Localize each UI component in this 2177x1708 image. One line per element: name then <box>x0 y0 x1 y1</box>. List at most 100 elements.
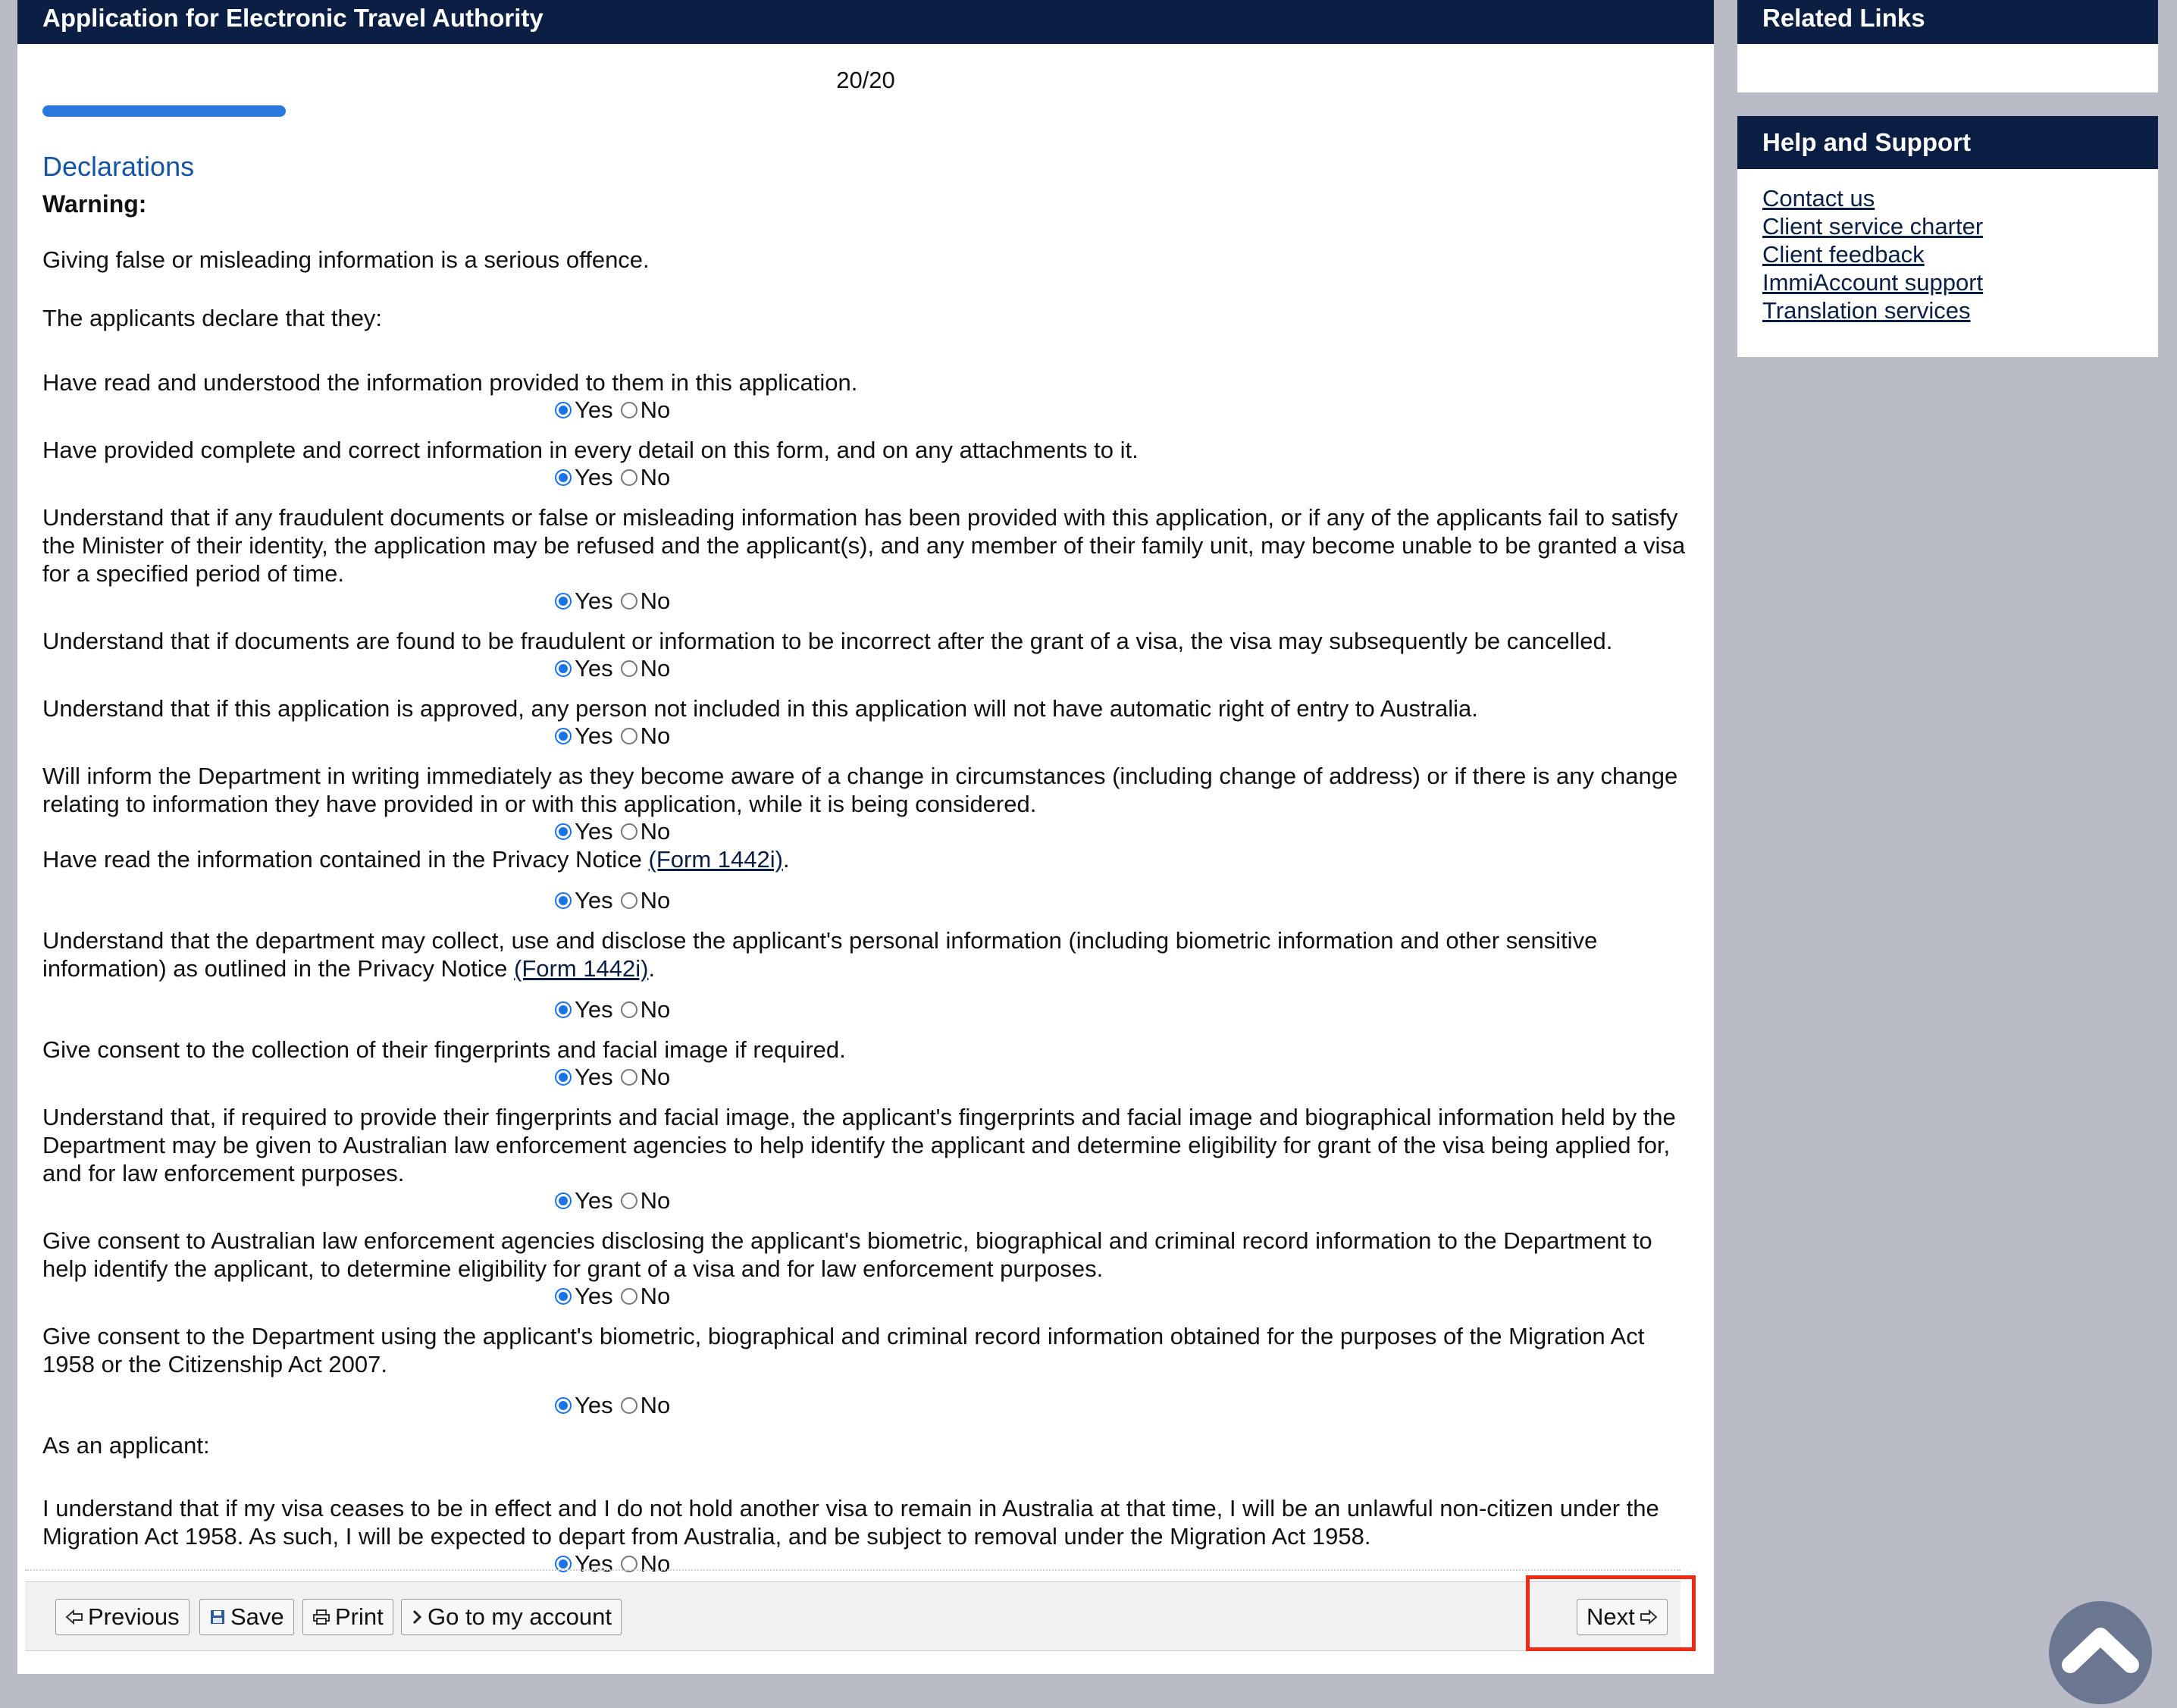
radio-no[interactable] <box>620 1397 637 1414</box>
radio-no[interactable] <box>620 660 637 677</box>
declaration-text: Have read the information contained in t… <box>42 845 1702 873</box>
declaration-text: Understand that if this application is a… <box>42 695 1478 722</box>
radio-no[interactable] <box>620 469 637 486</box>
radio-yes-label: Yes <box>575 1283 613 1309</box>
yes-no-group: Yes No <box>42 655 1702 682</box>
radio-no[interactable] <box>620 728 637 744</box>
form-toolbar: Previous Save Print Go to my account Nex… <box>25 1581 1681 1651</box>
scroll-to-top-button[interactable] <box>2049 1601 2152 1704</box>
radio-yes[interactable] <box>555 593 572 610</box>
chevron-right-icon <box>412 1609 422 1625</box>
radio-no-label: No <box>640 588 671 614</box>
print-label: Print <box>335 1603 384 1630</box>
yes-no-group: Yes No <box>42 464 1702 491</box>
toolbar-divider <box>25 1569 1681 1571</box>
applicant-heading: As an applicant: <box>42 1432 210 1459</box>
yes-no-group: Yes No <box>42 996 1702 1023</box>
progress-bar <box>42 105 286 117</box>
radio-no-label: No <box>640 1187 671 1214</box>
radio-no[interactable] <box>620 823 637 840</box>
radio-no[interactable] <box>620 1192 637 1209</box>
print-button[interactable]: Print <box>302 1599 393 1635</box>
main-panel: Application for Electronic Travel Author… <box>17 0 1714 1674</box>
radio-yes[interactable] <box>555 660 572 677</box>
declaration-item: Understand that if any fraudulent docume… <box>42 503 1702 615</box>
radio-no-label: No <box>640 464 671 490</box>
declaration-text: Understand that if any fraudulent docume… <box>42 504 1686 587</box>
radio-yes[interactable] <box>555 402 572 418</box>
yes-no-group: Yes No <box>42 1392 1702 1419</box>
radio-yes[interactable] <box>555 1069 572 1086</box>
radio-yes[interactable] <box>555 1192 572 1209</box>
radio-no-label: No <box>640 1392 671 1418</box>
radio-yes-label: Yes <box>575 1392 613 1418</box>
yes-no-group: Yes No <box>42 1283 1702 1310</box>
radio-yes[interactable] <box>555 1288 572 1305</box>
printer-icon <box>313 1609 330 1625</box>
radio-no-label: No <box>640 396 671 423</box>
radio-yes[interactable] <box>555 1397 572 1414</box>
radio-no[interactable] <box>620 1288 637 1305</box>
declaration-intro: The applicants declare that they: <box>42 305 383 331</box>
account-label: Go to my account <box>428 1603 612 1630</box>
client-feedback-link[interactable]: Client feedback <box>1762 240 2133 268</box>
page-header: Application for Electronic Travel Author… <box>17 0 1714 44</box>
radio-no[interactable] <box>620 402 637 418</box>
save-label: Save <box>230 1603 284 1630</box>
yes-no-group: Yes No <box>42 887 1702 914</box>
radio-no[interactable] <box>620 1069 637 1086</box>
radio-no[interactable] <box>620 593 637 610</box>
page-title: Application for Electronic Travel Author… <box>42 4 543 32</box>
declaration-text-end: . <box>648 955 656 982</box>
help-support-title: Help and Support <box>1762 128 1971 156</box>
declaration-item: Have read and understood the information… <box>42 368 1702 424</box>
immiaccount-support-link[interactable]: ImmiAccount support <box>1762 268 2133 296</box>
save-button[interactable]: Save <box>199 1599 294 1635</box>
radio-yes-label: Yes <box>575 1187 613 1214</box>
declaration-item: Give consent to the collection of their … <box>42 1036 1702 1091</box>
radio-yes[interactable] <box>555 469 572 486</box>
declaration-text-end: . <box>782 846 790 873</box>
declaration-text: Give consent to the collection of their … <box>42 1036 846 1063</box>
section-title: Declarations <box>42 151 195 182</box>
radio-no-label: No <box>640 818 671 845</box>
warning-text: Giving false or misleading information i… <box>42 246 650 273</box>
declaration-item: Have provided complete and correct infor… <box>42 436 1702 491</box>
previous-button[interactable]: Previous <box>55 1599 190 1635</box>
radio-no-label: No <box>640 887 671 914</box>
declaration-text: Have read and understood the information… <box>42 369 858 396</box>
radio-no[interactable] <box>620 892 637 909</box>
radio-yes-label: Yes <box>575 818 613 845</box>
yes-no-group: Yes No <box>42 396 1702 424</box>
radio-yes[interactable] <box>555 1001 572 1018</box>
radio-yes[interactable] <box>555 892 572 909</box>
radio-no[interactable] <box>620 1001 637 1018</box>
radio-yes[interactable] <box>555 728 572 744</box>
declaration-text: Give consent to Australian law enforceme… <box>42 1227 1652 1282</box>
radio-yes-label: Yes <box>575 722 613 749</box>
warning-label: Warning: <box>42 190 147 218</box>
radio-no-label: No <box>640 996 671 1023</box>
next-button-highlight <box>1526 1575 1696 1651</box>
related-links-title: Related Links <box>1762 4 1925 32</box>
radio-yes[interactable] <box>555 823 572 840</box>
radio-no-label: No <box>640 1064 671 1090</box>
declaration-text: Give consent to the Department using the… <box>42 1323 1645 1377</box>
declaration-item: Will inform the Department in writing im… <box>42 762 1702 845</box>
help-support-panel: Help and Support Contact us Client servi… <box>1737 116 2158 357</box>
radio-no-label: No <box>640 722 671 749</box>
declaration-text: Understand that the department may colle… <box>42 926 1702 982</box>
go-to-account-button[interactable]: Go to my account <box>401 1599 622 1635</box>
radio-no-label: No <box>640 655 671 682</box>
privacy-notice-link[interactable]: (Form 1442i) <box>649 846 783 873</box>
chevron-up-icon <box>2062 1628 2139 1673</box>
help-support-header: Help and Support <box>1737 116 2158 169</box>
yes-no-group: Yes No <box>42 818 1702 845</box>
client-service-charter-link[interactable]: Client service charter <box>1762 212 2133 240</box>
privacy-notice-link[interactable]: (Form 1442i) <box>514 955 648 982</box>
contact-us-link[interactable]: Contact us <box>1762 184 2133 212</box>
yes-no-group: Yes No <box>42 1550 1702 1578</box>
help-links: Contact us Client service charter Client… <box>1737 169 2158 340</box>
yes-no-group: Yes No <box>42 1187 1702 1214</box>
translation-services-link[interactable]: Translation services <box>1762 296 2133 324</box>
